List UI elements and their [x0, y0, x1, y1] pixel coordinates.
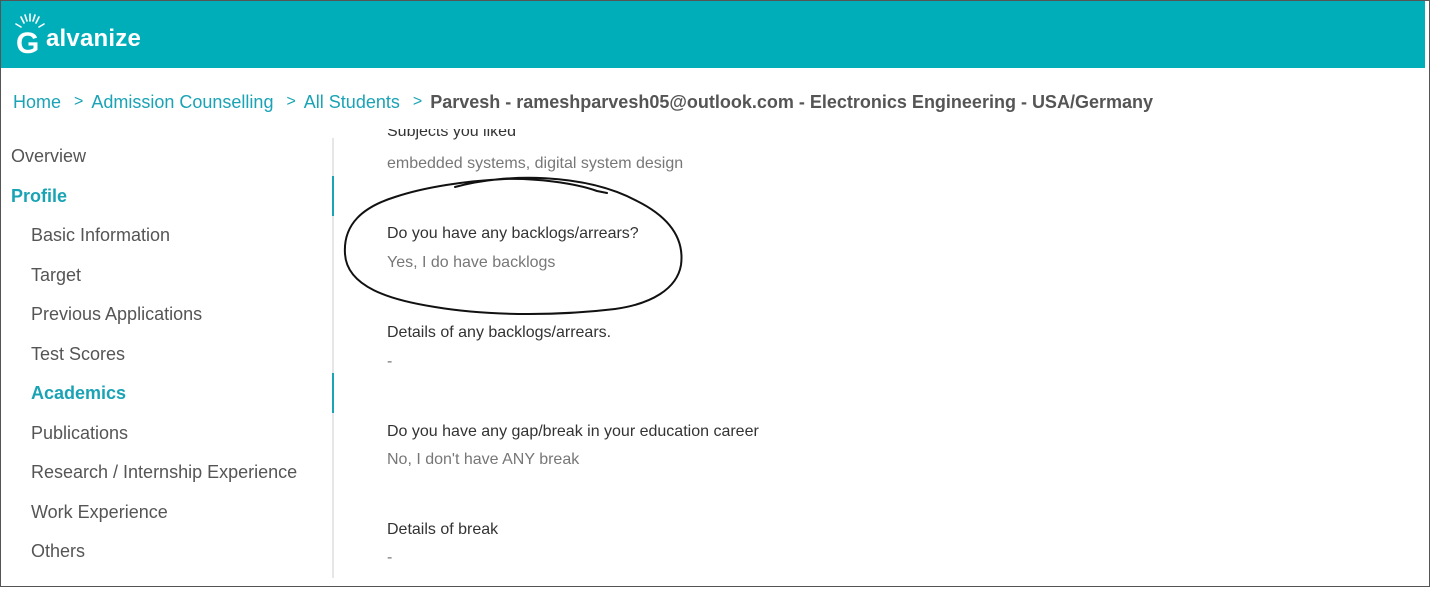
field-label-backlog-details: Details of any backlogs/arrears. [387, 324, 612, 341]
sidebar-item-profile[interactable]: Profile [11, 186, 67, 207]
sidebar-item-publications[interactable]: Publications [31, 423, 128, 444]
breadcrumb-current-student: Parvesh - rameshparvesh05@outlook.com - … [430, 91, 1153, 112]
field-label-break-details: Details of break [387, 521, 499, 538]
field-value-subjects-liked: embedded systems, digital system design [387, 155, 684, 172]
logo-sunburst-icon: G [13, 10, 47, 56]
field-value-backlogs: Yes, I do have backlogs [387, 254, 556, 271]
sidebar-item-work-experience[interactable]: Work Experience [31, 502, 168, 523]
breadcrumb-home[interactable]: Home [13, 92, 61, 113]
academics-content: Subjects you liked embedded systems, dig… [335, 129, 1425, 579]
breadcrumb-separator: > [286, 93, 296, 110]
breadcrumb-all-students[interactable]: All Students [304, 92, 400, 113]
sidebar-item-overview[interactable]: Overview [11, 146, 86, 167]
logo-wordmark: alvanize [46, 25, 141, 52]
academics-active-indicator [332, 373, 334, 413]
sidebar-item-previous-applications[interactable]: Previous Applications [31, 304, 202, 325]
field-label-backlogs: Do you have any backlogs/arrears? [387, 225, 639, 242]
breadcrumb-admission-counselling[interactable]: Admission Counselling [91, 92, 273, 113]
field-value-backlog-details: - [387, 353, 393, 370]
sidebar-item-basic-information[interactable]: Basic Information [31, 225, 170, 246]
profile-active-indicator [332, 176, 334, 216]
field-label-subjects-liked: Subjects you liked [387, 129, 516, 140]
sidebar-item-academics[interactable]: Academics [31, 383, 126, 404]
sidebar-item-test-scores[interactable]: Test Scores [31, 344, 125, 365]
top-navigation-bar: G alvanize [1, 1, 1425, 68]
sidebar-item-research-internship[interactable]: Research / Internship Experience [31, 462, 297, 483]
breadcrumb: Home > Admission Counselling > All Stude… [13, 91, 1153, 113]
sidebar-item-others[interactable]: Others [31, 541, 85, 562]
field-label-education-gap: Do you have any gap/break in your educat… [387, 423, 759, 440]
sidebar-item-target[interactable]: Target [31, 265, 81, 286]
breadcrumb-separator: > [74, 93, 84, 110]
field-value-education-gap: No, I don't have ANY break [387, 451, 580, 468]
field-value-break-details: - [387, 549, 393, 566]
galvanize-logo[interactable]: G alvanize [13, 7, 141, 59]
profile-sidebar: Overview Profile Basic Information Targe… [1, 138, 334, 578]
logo-letter: G [16, 27, 39, 56]
app-window: G alvanize Home > Admission Counselling … [0, 0, 1430, 587]
breadcrumb-separator: > [412, 93, 423, 110]
